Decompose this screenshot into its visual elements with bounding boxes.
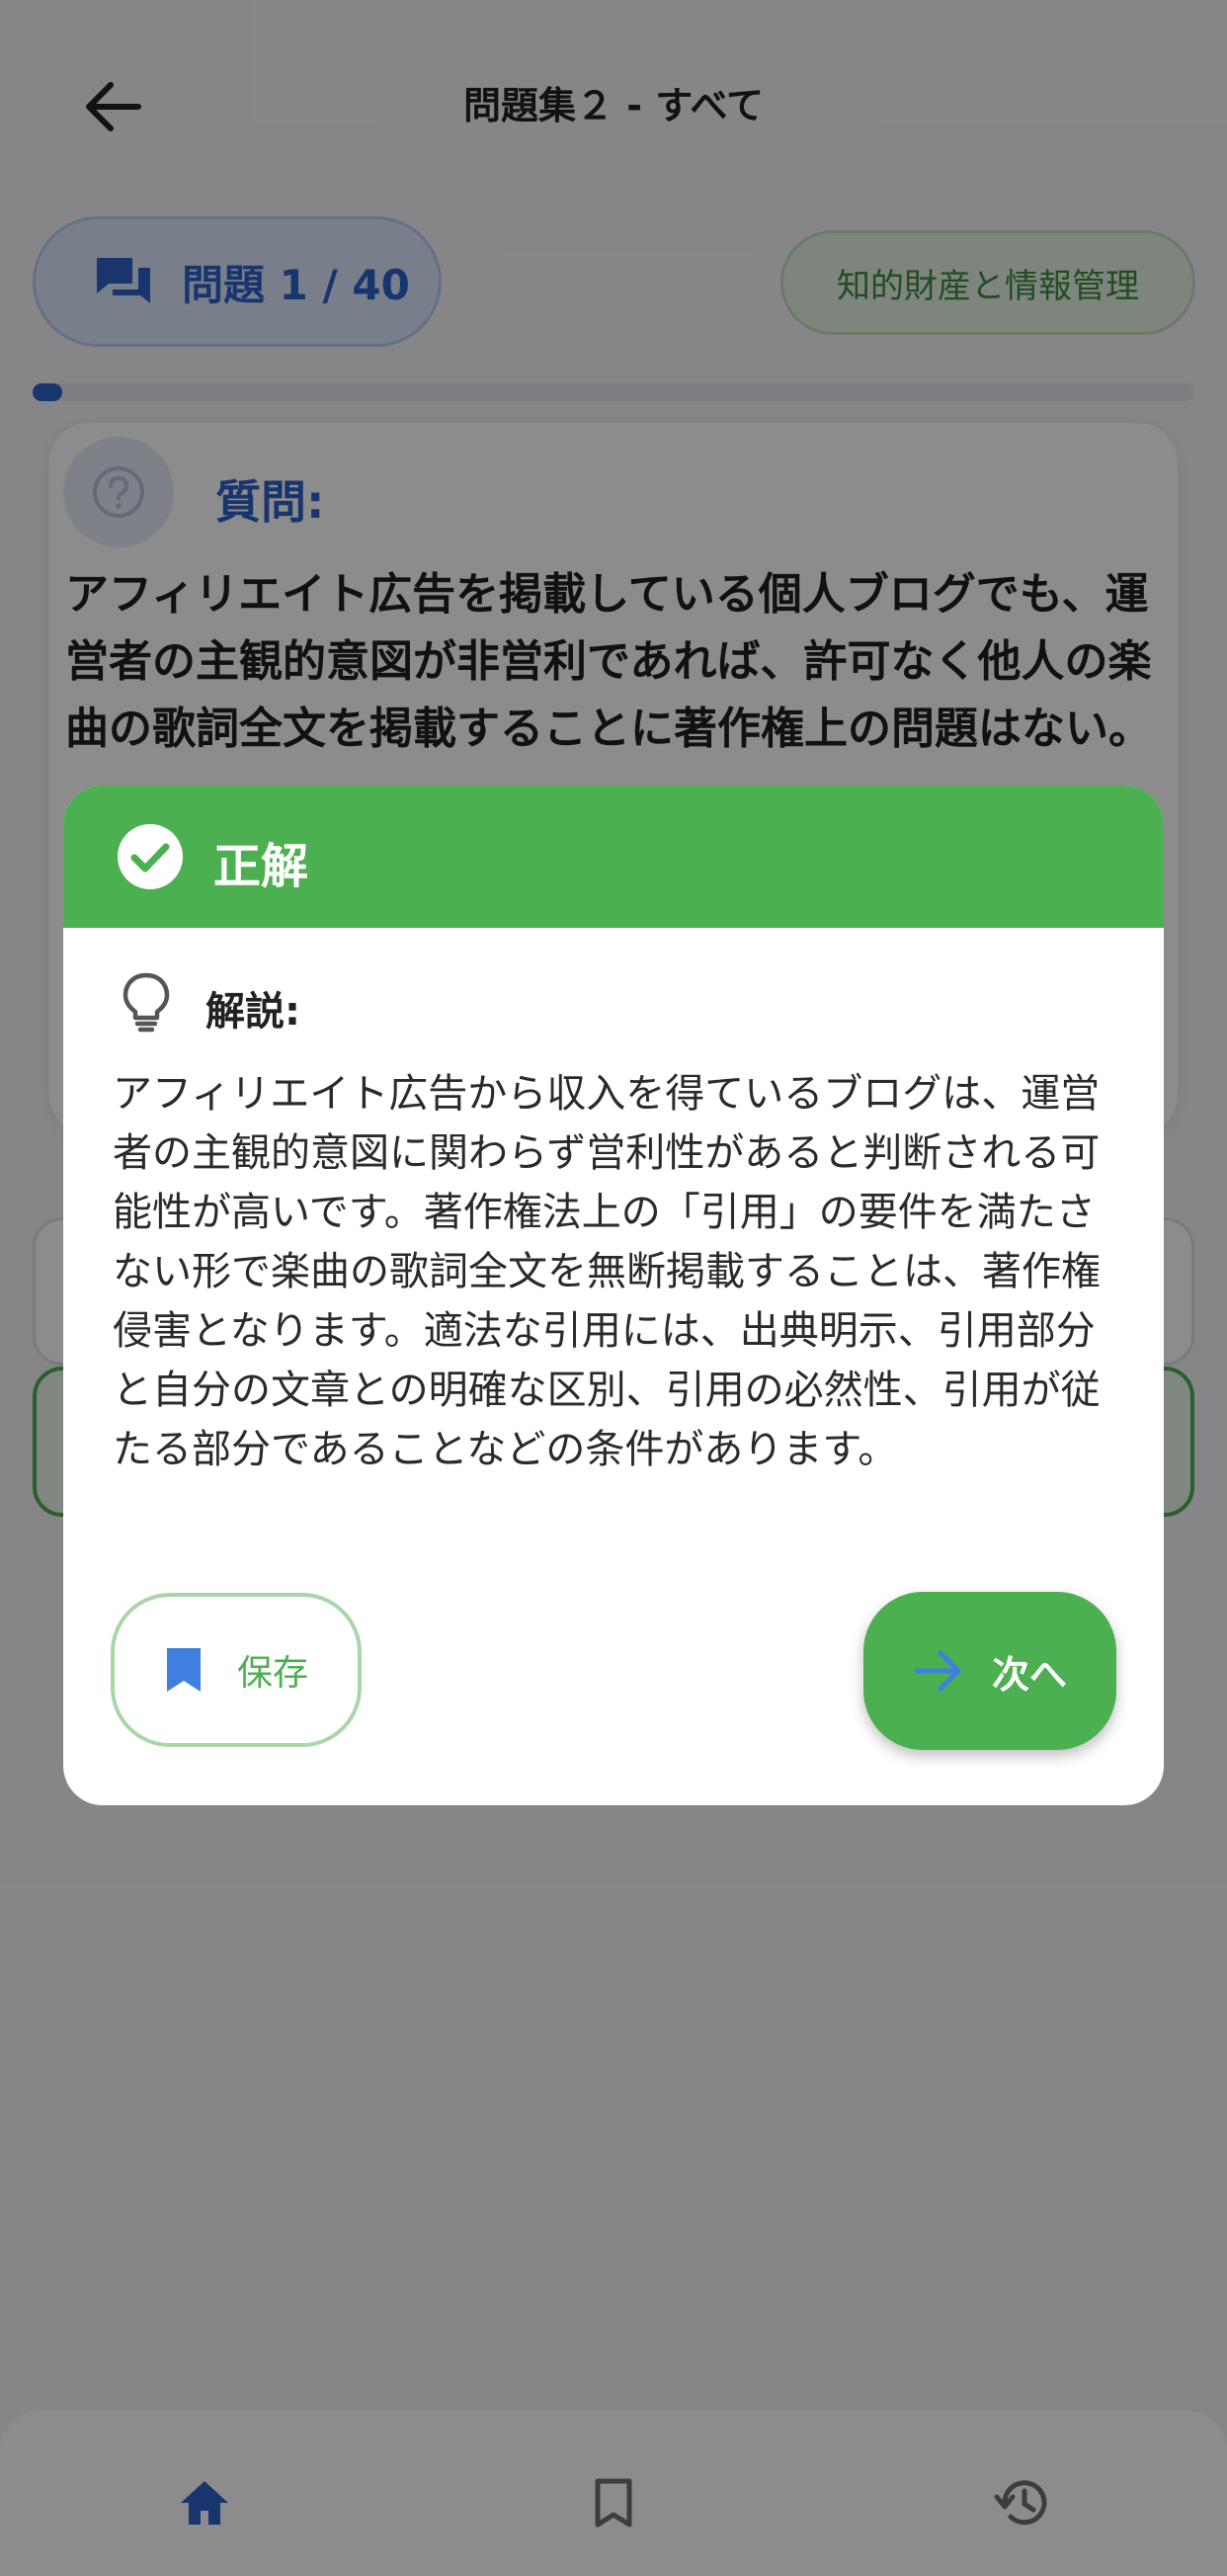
- explanation-label: 解説:: [205, 989, 300, 1035]
- next-button-label: 次へ: [991, 1652, 1067, 1697]
- result-title: 正解: [213, 839, 309, 894]
- arrow-forward-icon: [914, 1650, 961, 1692]
- result-header: 正解: [63, 786, 1164, 928]
- save-button[interactable]: 保存: [111, 1593, 362, 1747]
- bookmark-icon: [166, 1648, 201, 1692]
- save-button-label: 保存: [236, 1653, 308, 1694]
- lightbulb-icon: [123, 972, 170, 1033]
- next-button[interactable]: 次へ: [863, 1592, 1116, 1750]
- result-dialog: 正解 解説: アフィリエイト広告から収入を得ているブログは、運営者の主観的意図に…: [63, 786, 1164, 1805]
- check-circle-icon: [118, 824, 183, 889]
- explanation-text: アフィリエイト広告から収入を得ているブログは、運営者の主観的意図に関わらず営利性…: [113, 1071, 1101, 1472]
